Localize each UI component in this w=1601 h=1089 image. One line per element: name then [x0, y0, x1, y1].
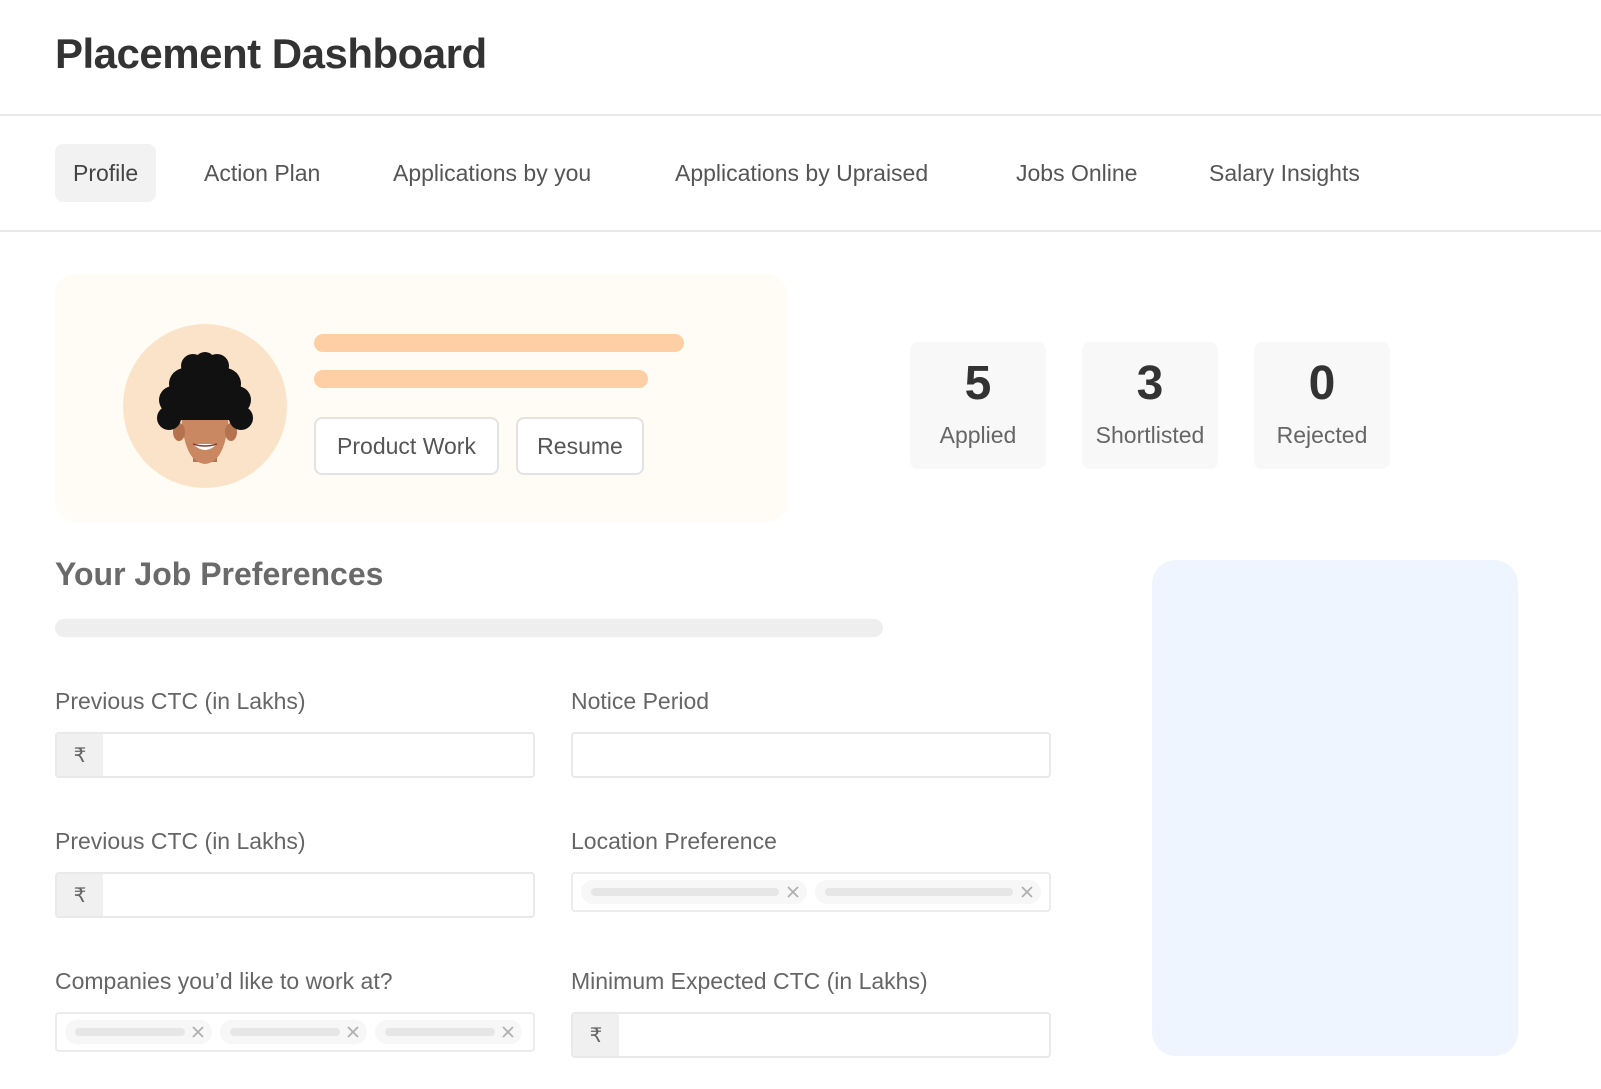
side-panel	[1152, 560, 1518, 1056]
location-preference-label: Location Preference	[571, 828, 777, 854]
page-title: Placement Dashboard	[55, 30, 487, 77]
tab-bar: Profile Action Plan Applications by you …	[0, 116, 1601, 232]
close-icon[interactable]	[1019, 880, 1035, 904]
stat-card-shortlisted: 3 Shortlisted	[1082, 342, 1218, 469]
previous-ctc-label: Previous CTC (in Lakhs)	[55, 688, 306, 714]
companies-tag-input[interactable]	[55, 1012, 535, 1052]
close-icon[interactable]	[190, 1020, 206, 1044]
tag-placeholder-bar	[825, 888, 1013, 896]
tab-applications-by-upraised[interactable]: Applications by Upraised	[657, 144, 946, 202]
avatar	[123, 324, 287, 488]
rupee-icon: ₹	[57, 874, 103, 916]
resume-button[interactable]: Resume	[516, 417, 644, 475]
min-expected-ctc-label: Minimum Expected CTC (in Lakhs)	[571, 968, 928, 994]
location-preference-tag-input[interactable]	[571, 872, 1051, 912]
tab-profile[interactable]: Profile	[55, 144, 157, 202]
stat-card-applied: 5 Applied	[910, 342, 1046, 469]
name-placeholder-bar	[314, 334, 684, 352]
tag-placeholder-bar	[385, 1028, 495, 1036]
tab-applications-by-you[interactable]: Applications by you	[375, 144, 609, 202]
rupee-icon: ₹	[57, 734, 103, 776]
tag-placeholder-bar	[591, 888, 779, 896]
previous-ctc-field-2: ₹	[55, 872, 535, 918]
location-tag	[581, 880, 807, 904]
job-preferences-title: Your Job Preferences	[55, 556, 384, 592]
company-tag	[65, 1020, 212, 1044]
min-expected-ctc-field: ₹	[571, 1012, 1051, 1058]
previous-ctc-input[interactable]	[103, 734, 533, 776]
subtitle-placeholder-bar	[314, 370, 648, 388]
tag-placeholder-bar	[75, 1028, 185, 1036]
close-icon[interactable]	[500, 1020, 516, 1044]
page-header: Placement Dashboard	[0, 0, 1601, 116]
stat-value: 3	[1136, 357, 1164, 410]
stat-label: Applied	[939, 422, 1017, 448]
location-tag	[815, 880, 1041, 904]
notice-period-label: Notice Period	[571, 688, 710, 714]
previous-ctc-input-2[interactable]	[103, 874, 533, 916]
stat-card-rejected: 0 Rejected	[1254, 342, 1390, 469]
preferences-progress-bar	[55, 619, 883, 637]
profile-card: Product Work Resume	[55, 274, 787, 522]
rupee-icon: ₹	[573, 1014, 619, 1056]
close-icon[interactable]	[785, 880, 801, 904]
product-work-button[interactable]: Product Work	[314, 417, 499, 475]
company-tag	[220, 1020, 367, 1044]
min-expected-ctc-input[interactable]	[619, 1014, 1049, 1056]
previous-ctc-field: ₹	[55, 732, 535, 778]
stat-value: 0	[1308, 357, 1336, 410]
close-icon[interactable]	[345, 1020, 361, 1044]
stat-label: Shortlisted	[1095, 422, 1205, 448]
tab-salary-insights[interactable]: Salary Insights	[1191, 144, 1378, 202]
tab-action-plan[interactable]: Action Plan	[186, 144, 338, 202]
stat-value: 5	[964, 357, 992, 410]
tab-jobs-online[interactable]: Jobs Online	[998, 144, 1155, 202]
stat-label: Rejected	[1276, 422, 1368, 448]
avatar-illustration	[157, 352, 253, 464]
previous-ctc-label-2: Previous CTC (in Lakhs)	[55, 828, 306, 854]
company-tag	[375, 1020, 522, 1044]
preferences-progress-fill	[55, 619, 883, 637]
notice-period-input[interactable]	[573, 734, 1049, 776]
notice-period-field	[571, 732, 1051, 778]
companies-label: Companies you’d like to work at?	[55, 968, 393, 994]
tag-placeholder-bar	[230, 1028, 340, 1036]
